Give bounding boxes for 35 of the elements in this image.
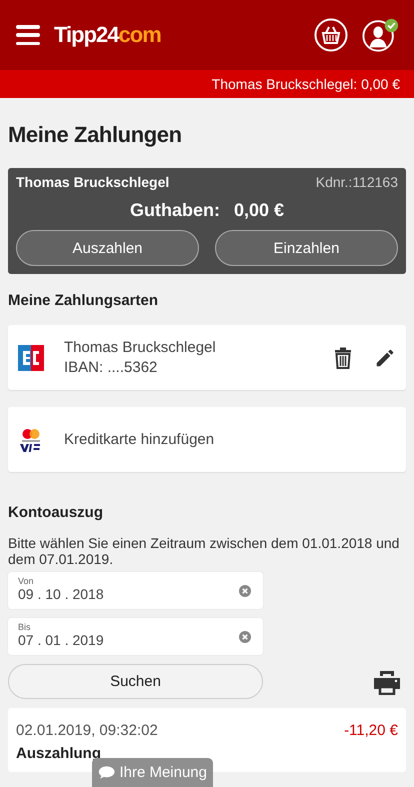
page-title: Meine Zahlungen [8,122,183,148]
account-action-button[interactable]: Auszahlen [16,230,199,266]
logo[interactable]: Tipp24com [54,22,161,48]
payment-method-card[interactable]: Thomas Bruckschlegel IBAN: ....5362 [8,325,406,390]
transaction-date: 02.01.2019, 09:32:02 [16,722,158,739]
date-field[interactable]: Bis 07 . 01 . 2019 [8,618,263,655]
transaction-amount: -11,20 € [344,722,398,739]
date-range-hint: Bitte wählen Sie einen Zeitraum zwischen dem 01.01.2018 und dem 07.01.2019. [8,535,400,567]
balance-label: Guthaben: [130,200,220,221]
user-check-icon[interactable] [362,17,400,53]
payment-method-text: IBAN: ....5362 [64,358,158,378]
clear-icon[interactable] [239,631,251,643]
account-balance: Thomas Bruckschlegel: 0,00 € [212,76,400,92]
field-value: 07 . 01 . 2019 [18,632,104,648]
section-heading: Meine Zahlungsarten [8,292,160,309]
clear-icon[interactable] [239,585,251,597]
date-field[interactable]: Von 09 . 10 . 2018 [8,572,263,609]
field-value: 09 . 10 . 2018 [18,586,104,602]
speech-bubble-icon [98,764,116,780]
delete-icon[interactable] [332,346,354,370]
search-button[interactable]: Suchen [8,664,263,699]
menu-icon[interactable] [16,25,40,45]
payment-method-text: Kreditkarte hinzufügen [64,430,216,450]
customer-number: Kdnr.:112163 [316,174,398,190]
print-icon[interactable] [373,668,401,694]
section-heading: Kontoauszug [8,504,104,521]
field-label: Von [18,576,34,586]
field-label: Bis [18,622,31,632]
payment-method-text: Thomas Bruckschlegel [64,338,217,358]
balance-value: 0,00 € [234,200,284,221]
account-action-button[interactable]: Einzahlen [215,230,398,266]
payment-method-card[interactable]: Kreditkarte hinzufügen [8,407,406,472]
ec-card-icon [18,344,44,370]
basket-icon[interactable] [314,18,348,52]
customer-name: Thomas Bruckschlegel [16,174,170,190]
